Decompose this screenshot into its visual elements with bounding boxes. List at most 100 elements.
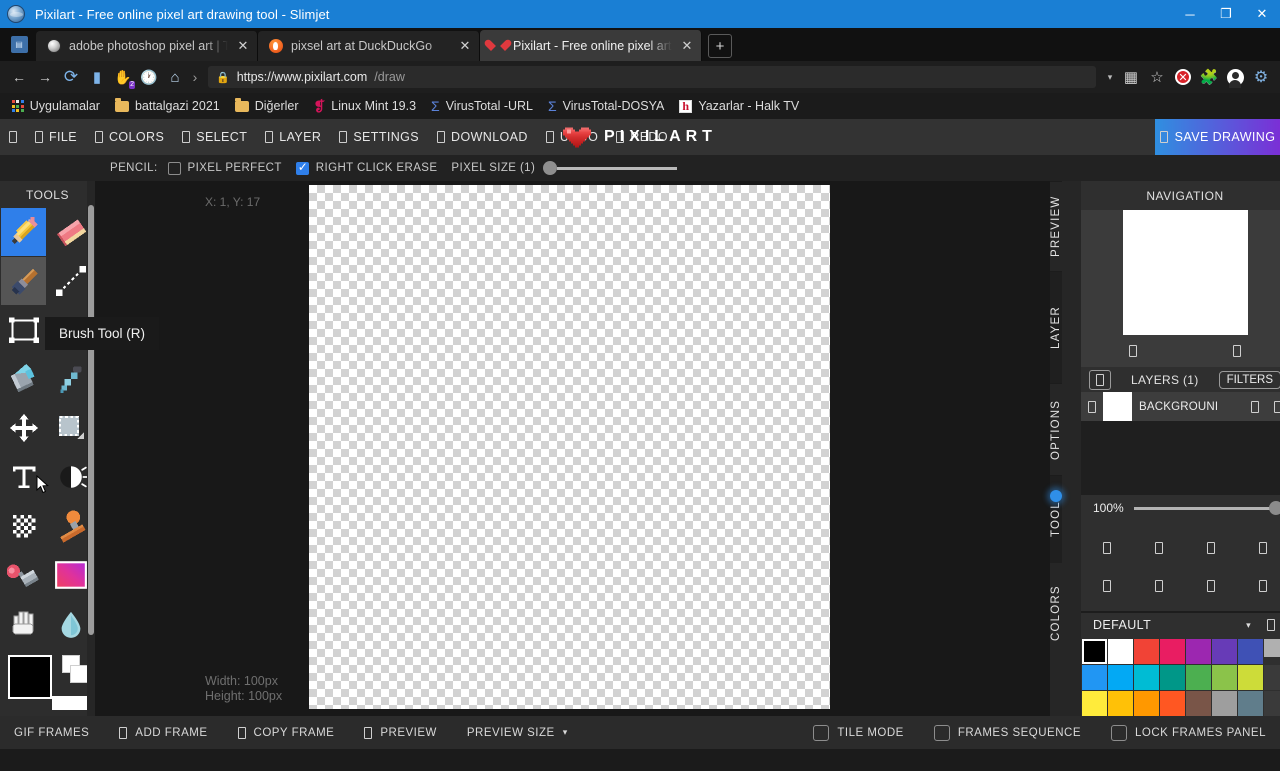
move-tool[interactable] <box>1 404 46 452</box>
preview-size-dropdown[interactable]: PREVIEW SIZE ▾ <box>467 727 568 739</box>
copy-frame-button[interactable]: COPY FRAME <box>237 726 335 739</box>
bookmark-star-icon[interactable]: ☆ <box>1144 64 1170 90</box>
bookmark-item-linux-mint[interactable]: ❡ Linux Mint 19.3 <box>308 96 423 117</box>
palette-swatch[interactable] <box>1082 639 1107 664</box>
apps-grid-icon[interactable]: ▦ <box>1118 64 1144 90</box>
palette-swatch[interactable] <box>1082 691 1107 716</box>
palette-swatch[interactable] <box>1108 665 1133 690</box>
palette-swatch[interactable] <box>1264 691 1280 716</box>
tab-tool[interactable]: TOOL <box>1050 475 1062 563</box>
palette-swatch[interactable] <box>1186 665 1211 690</box>
palette-swatch[interactable] <box>1238 665 1263 690</box>
palette-menu-icon[interactable] <box>1267 619 1275 632</box>
adblock-extension-icon[interactable]: ✕ <box>1170 64 1196 90</box>
close-tab-icon[interactable]: ✕ <box>457 38 473 54</box>
address-dropdown-icon[interactable]: ▾ <box>1102 64 1118 90</box>
brush-tool[interactable] <box>1 257 46 305</box>
save-drawing-button[interactable]: SAVE DRAWING <box>1155 119 1280 155</box>
right-click-erase-checkbox[interactable] <box>295 160 309 175</box>
preview-button[interactable]: PREVIEW <box>364 726 437 739</box>
palette-swatch[interactable] <box>1134 639 1159 664</box>
zoom-in-button[interactable] <box>1185 345 1280 358</box>
palette-swatch[interactable] <box>1134 665 1159 690</box>
pencil-tool[interactable] <box>1 208 46 256</box>
opacity-knob[interactable] <box>1269 501 1280 516</box>
history-icon[interactable]: 🕐 <box>136 64 162 90</box>
frames-sequence-checkbox[interactable] <box>933 724 950 741</box>
pixel-perfect-checkbox[interactable] <box>167 161 181 175</box>
menu-hamburger[interactable] <box>0 119 26 155</box>
frames-sequence-option[interactable]: FRAMES SEQUENCE <box>933 724 1081 741</box>
pixel-size-slider[interactable] <box>543 161 678 175</box>
flip-horizontal-button[interactable] <box>1081 529 1133 567</box>
bookmark-item-virustotal-dosya[interactable]: Σ VirusTotal-DOSYA <box>542 96 670 116</box>
tab-layer[interactable]: LAYER <box>1050 271 1062 383</box>
tab-preview[interactable]: PREVIEW <box>1050 181 1062 271</box>
maximize-button[interactable]: ❐ <box>1208 0 1244 28</box>
bookmark-item-digerler[interactable]: Diğerler <box>229 97 305 115</box>
close-tab-icon[interactable]: ✕ <box>235 38 251 54</box>
rotate-right-button[interactable] <box>1237 529 1280 567</box>
palette-header[interactable]: DEFAULT ▾ <box>1081 613 1280 638</box>
tile-mode-option[interactable]: TILE MODE <box>813 724 903 741</box>
color-swatches[interactable] <box>8 655 96 710</box>
browser-tab-active[interactable]: Pixilart - Free online pixel art dr ✕ <box>480 30 702 61</box>
palette-swatch[interactable] <box>1108 639 1133 664</box>
overflow-chevron-icon[interactable]: › <box>188 64 202 90</box>
tab-colors[interactable]: COLORS <box>1050 563 1062 663</box>
duplicate-layer-button[interactable] <box>1133 567 1185 605</box>
zoom-out-button[interactable] <box>1081 345 1185 358</box>
palette-swatch[interactable] <box>1186 639 1211 664</box>
menu-colors[interactable]: COLORS <box>86 119 173 155</box>
menu-icon[interactable] <box>1274 400 1280 413</box>
menu-settings[interactable]: SETTINGS <box>330 119 428 155</box>
rotate-left-button[interactable] <box>1185 529 1237 567</box>
add-frame-button[interactable]: ADD FRAME <box>119 726 207 739</box>
reload-icon[interactable]: ⟳ <box>58 64 84 90</box>
palette-swatch[interactable] <box>1212 691 1237 716</box>
palette-swatch[interactable] <box>1264 639 1280 657</box>
bookmark-item-halk-tv[interactable]: Yazarlar - Halk TV <box>673 97 805 115</box>
slider-knob[interactable] <box>543 161 558 175</box>
palette-swatch[interactable] <box>1160 639 1185 664</box>
tile-mode-checkbox[interactable] <box>813 724 830 741</box>
eye-icon[interactable] <box>1088 400 1096 413</box>
tab-options[interactable]: OPTIONS <box>1050 383 1062 475</box>
puzzle-extension-icon[interactable]: 🧩 <box>1196 64 1222 90</box>
chevron-down-icon[interactable]: ▾ <box>1246 620 1267 631</box>
new-tab-button[interactable]: + <box>708 34 732 58</box>
dither-tool[interactable] <box>1 502 46 550</box>
delete-layer-button[interactable] <box>1237 567 1280 605</box>
opacity-track[interactable] <box>1133 501 1280 516</box>
paint-bucket-tool[interactable] <box>1 355 46 403</box>
right-click-erase-option[interactable]: RIGHT CLICK ERASE <box>295 160 438 175</box>
lock-icon[interactable] <box>1251 400 1259 413</box>
chevron-down-icon[interactable]: ▾ <box>563 727 568 738</box>
filters-button[interactable]: FILTERS <box>1218 370 1280 389</box>
palette-swatch[interactable] <box>1238 691 1263 716</box>
menu-layer[interactable]: LAYER <box>256 119 330 155</box>
palette-swatch[interactable] <box>1238 639 1263 664</box>
back-icon[interactable]: ← <box>6 64 32 90</box>
rectangle-tool[interactable] <box>1 306 46 354</box>
settings-gear-icon[interactable]: ⚙ <box>1248 64 1274 90</box>
bookmark-item-battalgazi[interactable]: battalgazi 2021 <box>109 97 226 115</box>
tools-scrollbar[interactable] <box>87 181 95 716</box>
pixel-perfect-option[interactable]: PIXEL PERFECT <box>167 161 282 175</box>
close-tab-icon[interactable]: ✕ <box>679 38 695 54</box>
palette-swatch[interactable] <box>1160 665 1185 690</box>
menu-file[interactable]: FILE <box>26 119 86 155</box>
browser-tab[interactable]: pixsel art at DuckDuckGo ✕ <box>258 31 480 61</box>
swap-color-swatch[interactable] <box>70 665 88 683</box>
home-icon[interactable]: ⌂ <box>162 64 188 90</box>
merge-layer-button[interactable] <box>1185 567 1237 605</box>
palette-swatch[interactable] <box>1186 691 1211 716</box>
menu-select[interactable]: SELECT <box>173 119 256 155</box>
palette-swatch[interactable] <box>1160 691 1185 716</box>
navigation-preview[interactable] <box>1081 210 1280 335</box>
lock-frames-panel-option[interactable]: LOCK FRAMES PANEL <box>1111 724 1266 741</box>
add-layer-button[interactable] <box>1089 369 1111 390</box>
palette-swatch[interactable] <box>1134 691 1159 716</box>
minimize-button[interactable]: ─ <box>1172 0 1208 28</box>
tab-list-menu-button[interactable]: ▤ <box>2 28 36 61</box>
